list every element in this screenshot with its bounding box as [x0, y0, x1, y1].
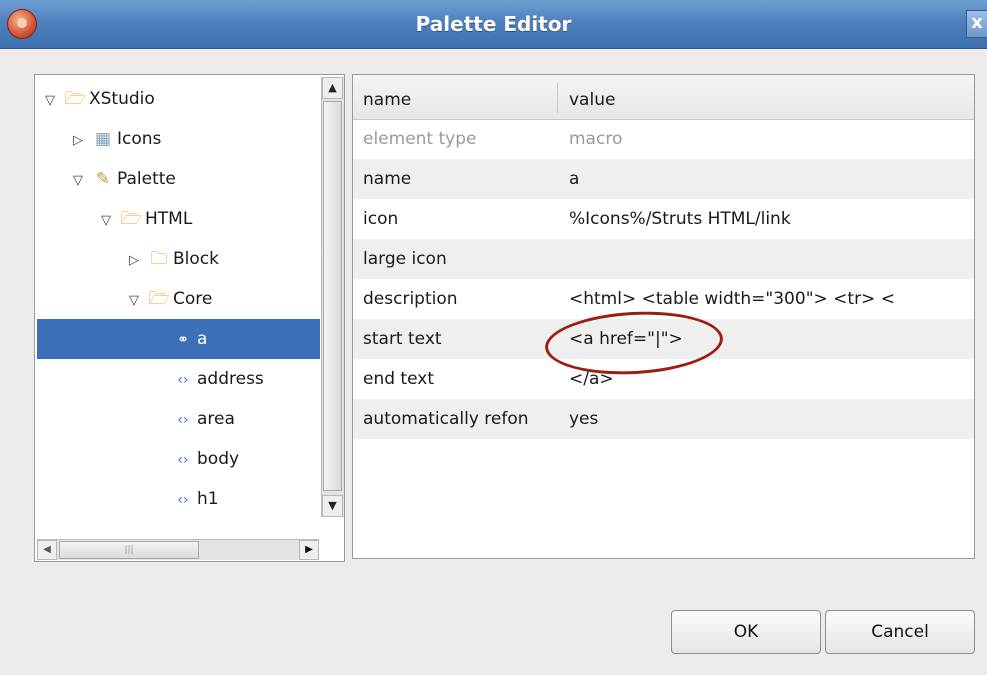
- property-value[interactable]: <html> <table width="300"> <tr> <: [569, 279, 974, 319]
- window-title: Palette Editor: [415, 12, 572, 36]
- tree-item-core[interactable]: ▽ 🗁 Core: [123, 279, 212, 319]
- expand-toggle-icon[interactable]: ▽: [39, 81, 61, 121]
- tree-item-label: area: [197, 409, 235, 429]
- tree-item-area[interactable]: ‹› area: [169, 399, 235, 439]
- open-folder-icon: 🗁: [148, 289, 170, 309]
- scroll-thumb[interactable]: |||: [59, 541, 199, 559]
- scroll-left-icon[interactable]: ◀: [37, 540, 57, 560]
- tree-item-label: XStudio: [89, 89, 155, 109]
- table-row[interactable]: description <html> <table width="300"> <…: [353, 279, 974, 319]
- table-header: name value: [353, 75, 974, 120]
- tree-vertical-scrollbar[interactable]: ▲ ▼: [321, 77, 344, 517]
- table-row[interactable]: start text <a href="|">: [353, 319, 974, 359]
- tree-item-h1[interactable]: ‹› h1: [169, 479, 219, 519]
- expand-toggle-icon[interactable]: ▽: [67, 161, 89, 201]
- property-name: element type: [363, 129, 477, 149]
- property-name: description: [363, 289, 458, 309]
- table-row[interactable]: name a: [353, 159, 974, 199]
- column-header-name[interactable]: name: [363, 75, 411, 119]
- table-row[interactable]: automatically refon yes: [353, 399, 974, 439]
- property-value[interactable]: a: [569, 159, 974, 199]
- tree-item-label: a: [197, 329, 208, 349]
- palette-icon: ✎: [95, 169, 111, 189]
- tag-icon: ‹›: [177, 412, 189, 428]
- close-button[interactable]: x: [966, 10, 987, 38]
- tree-item-label: Core: [173, 289, 213, 309]
- property-name: start text: [363, 329, 442, 349]
- ok-button[interactable]: OK: [671, 610, 821, 654]
- palette-tree[interactable]: ▽ 🗁 XStudio ▷ ▦ Icons ▽ ✎ Palette ▽ 🗁 HTML ▷ 🗀 Blo…: [34, 74, 345, 562]
- tag-icon: ‹›: [177, 492, 189, 508]
- title-bar: Palette Editor x: [0, 0, 987, 49]
- column-divider[interactable]: [557, 83, 558, 113]
- tag-icon: ‹›: [177, 452, 189, 468]
- icons-group-icon: ▦: [94, 129, 112, 149]
- tree-item-label: HTML: [145, 209, 193, 229]
- scroll-right-icon[interactable]: ▶: [299, 540, 319, 560]
- tree-item-label: address: [197, 369, 264, 389]
- tree-item-a[interactable]: ⚭ a: [37, 319, 320, 359]
- tree-item-label: Palette: [117, 169, 176, 189]
- tree-item-label: h1: [197, 489, 219, 509]
- tree-item-body[interactable]: ‹› body: [169, 439, 239, 479]
- table-row[interactable]: end text </a>: [353, 359, 974, 399]
- properties-table[interactable]: name value element type macro name a ico…: [352, 74, 975, 559]
- property-value[interactable]: <a href="|">: [569, 319, 974, 359]
- column-header-value[interactable]: value: [569, 75, 615, 119]
- table-row[interactable]: element type macro: [353, 119, 974, 159]
- tree-item-palette[interactable]: ▽ ✎ Palette: [67, 159, 176, 199]
- tree-item-label: Icons: [117, 129, 162, 149]
- tree-item-xstudio[interactable]: ▽ 🗁 XStudio: [39, 79, 155, 119]
- property-name: icon: [363, 209, 399, 229]
- property-value[interactable]: yes: [569, 399, 974, 439]
- expand-toggle-icon[interactable]: ▽: [95, 201, 117, 241]
- collapse-toggle-icon[interactable]: ▷: [67, 121, 89, 161]
- tree-item-address[interactable]: ‹› address: [169, 359, 264, 399]
- cancel-button[interactable]: Cancel: [825, 610, 975, 654]
- scroll-down-icon[interactable]: ▼: [322, 495, 343, 517]
- scroll-up-icon[interactable]: ▲: [322, 77, 343, 99]
- property-name: automatically refon: [363, 409, 529, 429]
- tree-item-icons[interactable]: ▷ ▦ Icons: [67, 119, 161, 159]
- property-value: macro: [569, 129, 623, 149]
- tag-icon: ‹›: [177, 372, 189, 388]
- property-name: end text: [363, 369, 434, 389]
- expand-toggle-icon[interactable]: ▽: [123, 281, 145, 321]
- tree-item-label: body: [197, 449, 240, 469]
- tree-horizontal-scrollbar[interactable]: ◀ ||| ▶: [37, 539, 319, 560]
- tree-item-html[interactable]: ▽ 🗁 HTML: [95, 199, 192, 239]
- folder-icon: 🗀: [150, 249, 168, 269]
- property-value[interactable]: </a>: [569, 359, 974, 399]
- property-name: large icon: [363, 249, 447, 269]
- collapse-toggle-icon[interactable]: ▷: [123, 241, 145, 281]
- table-row[interactable]: icon %Icons%/Struts HTML/link: [353, 199, 974, 239]
- scroll-thumb[interactable]: [323, 101, 342, 491]
- tree-item-block[interactable]: ▷ 🗀 Block: [123, 239, 219, 279]
- open-folder-icon: 🗁: [64, 89, 86, 109]
- table-row[interactable]: large icon: [353, 239, 974, 279]
- link-icon: ⚭: [177, 332, 189, 348]
- tree-item-label: Block: [173, 249, 219, 269]
- open-folder-icon: 🗁: [120, 209, 142, 229]
- property-name: name: [363, 169, 412, 189]
- property-value[interactable]: %Icons%/Struts HTML/link: [569, 199, 974, 239]
